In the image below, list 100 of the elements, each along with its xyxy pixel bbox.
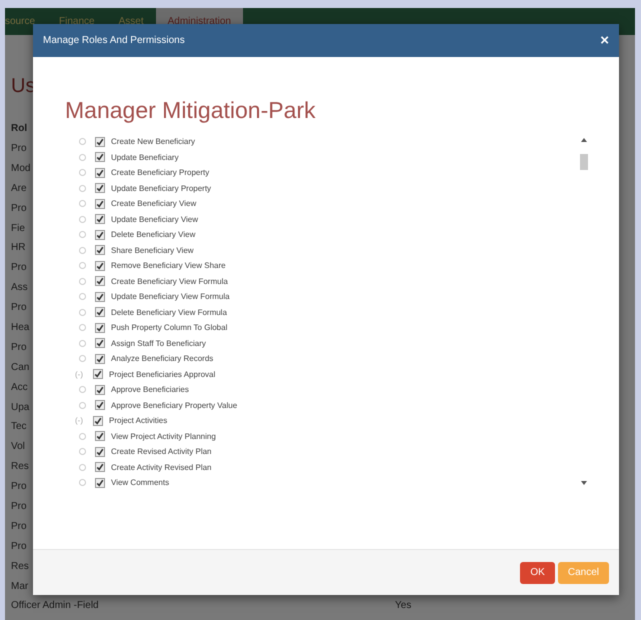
table-cell-text: Officer Admin -Field — [11, 599, 99, 614]
permission-label: Analyze Beneficiary Records — [111, 354, 214, 364]
table-cell-text: Can — [11, 360, 30, 375]
table-cell-text: Pro — [11, 261, 27, 276]
checkbox[interactable] — [95, 462, 105, 472]
table-cell-text: Tec — [11, 420, 27, 434]
permission-label: Create New Beneficiary — [111, 137, 196, 146]
table-cell-text: Pro — [11, 480, 27, 494]
permission-label: Delete Beneficiary View — [111, 230, 196, 240]
checkbox[interactable] — [95, 338, 105, 348]
checkbox[interactable] — [95, 307, 105, 318]
checkbox[interactable] — [95, 168, 105, 178]
permission-label: Create Beneficiary View Formula — [111, 276, 228, 286]
table-cell-text: Pro — [11, 520, 27, 534]
permission-label: Share Beneficiary View — [111, 246, 194, 255]
checkbox[interactable] — [95, 322, 105, 333]
permission-label: View Comments — [111, 478, 170, 488]
leaf-dot-icon — [79, 231, 86, 238]
checkbox[interactable] — [95, 245, 105, 256]
table-cell-text: Fie — [11, 222, 25, 236]
scroll-down-icon[interactable] — [578, 479, 588, 487]
dialog-title: Manage Roles And Permissions — [43, 35, 185, 46]
table-cell-text: Acc — [11, 380, 28, 395]
table-cell-text: Pro — [11, 540, 27, 554]
table-cell-text: Hea — [11, 321, 30, 336]
leaf-dot-icon — [79, 216, 86, 223]
leaf-dot-icon — [79, 340, 86, 347]
table-cell-text: Res — [11, 560, 29, 574]
checkbox[interactable] — [95, 260, 105, 271]
checkbox[interactable] — [95, 384, 105, 395]
table-cell-text: Are — [11, 182, 27, 196]
leaf-dot-icon — [79, 262, 86, 270]
permission-label: Push Property Column To Global — [111, 323, 228, 332]
table-cell-text: Pro — [11, 202, 27, 216]
leaf-dot-icon — [79, 308, 86, 316]
permission-group-label: Project Activities — [109, 416, 168, 426]
scroll-up-icon[interactable] — [578, 136, 588, 144]
permission-label: Create Activity Revised Plan — [111, 462, 212, 472]
checkbox[interactable] — [95, 230, 105, 240]
checkbox[interactable] — [95, 198, 105, 209]
table-cell-text: Pro — [11, 301, 27, 316]
permission-label: Create Beneficiary Property — [111, 168, 210, 178]
checkbox[interactable] — [95, 276, 105, 286]
nav-tab[interactable]: source — [5, 8, 48, 35]
checkbox[interactable] — [93, 416, 103, 426]
leaf-dot-icon — [79, 402, 86, 409]
leaf-dot-icon — [79, 184, 86, 192]
permission-label: Create Beneficiary View — [111, 199, 196, 208]
checkbox[interactable] — [95, 152, 105, 162]
leaf-dot-icon — [79, 246, 86, 254]
collapse-toggle[interactable]: (-) — [75, 370, 93, 379]
permission-group-label: Project Beneficiaries Approval — [109, 370, 216, 379]
checkbox[interactable] — [93, 369, 103, 380]
checkbox[interactable] — [95, 354, 105, 364]
leaf-dot-icon — [79, 448, 86, 456]
table-cell-text: Upa — [11, 400, 30, 415]
checkbox[interactable] — [95, 478, 105, 488]
permission-label: Approve Beneficiaries — [111, 385, 189, 394]
column-header: Rol — [11, 123, 28, 134]
leaf-dot-icon — [79, 464, 86, 471]
cancel-button[interactable]: Cancel — [558, 562, 609, 584]
checkbox[interactable] — [95, 446, 105, 457]
permission-label: Approve Beneficiary Property Value — [111, 400, 238, 410]
role-name: Manager Mitigation-Park — [65, 96, 317, 125]
checkbox[interactable] — [95, 431, 105, 442]
leaf-dot-icon — [79, 324, 86, 332]
permission-label: Create Revised Activity Plan — [111, 447, 212, 456]
permission-label: Update Beneficiary Property — [111, 184, 212, 193]
permission-label: Update Beneficiary View — [111, 214, 198, 224]
leaf-dot-icon — [79, 432, 86, 440]
collapse-toggle[interactable]: (-) — [75, 416, 93, 426]
leaf-dot-icon — [79, 479, 86, 486]
checkbox[interactable] — [95, 292, 105, 302]
leaf-dot-icon — [79, 154, 86, 161]
permission-label: Update Beneficiary View Formula — [111, 292, 230, 302]
permission-label: View Project Activity Planning — [111, 432, 216, 441]
checkbox[interactable] — [95, 400, 105, 410]
leaf-dot-icon — [79, 138, 86, 146]
table-cell-text: Mar — [11, 580, 28, 594]
table-cell-text: Pro — [11, 340, 27, 355]
close-button[interactable]: × — [600, 33, 609, 48]
table-cell-text: Ass — [11, 281, 28, 296]
leaf-dot-icon — [79, 355, 86, 362]
permission-label: Remove Beneficiary View Share — [111, 261, 226, 270]
leaf-dot-icon — [79, 200, 86, 208]
checkbox[interactable] — [95, 183, 105, 194]
checkbox[interactable] — [95, 214, 105, 224]
leaf-dot-icon — [79, 293, 86, 300]
permission-label: Update Beneficiary — [111, 152, 179, 162]
table-cell-text: Res — [11, 460, 29, 474]
table-cell-text: Vol — [11, 440, 25, 454]
table-cell-text: Pro — [11, 142, 27, 156]
leaf-dot-icon — [79, 278, 86, 285]
permission-label: Assign Staff To Beneficiary — [111, 338, 206, 348]
table-cell-text: Yes — [395, 599, 412, 614]
scroll-thumb[interactable] — [580, 154, 588, 170]
leaf-dot-icon — [79, 169, 86, 176]
checkbox[interactable] — [95, 136, 105, 147]
ok-button[interactable]: OK — [520, 562, 555, 584]
permission-label: Delete Beneficiary View Formula — [111, 308, 227, 317]
